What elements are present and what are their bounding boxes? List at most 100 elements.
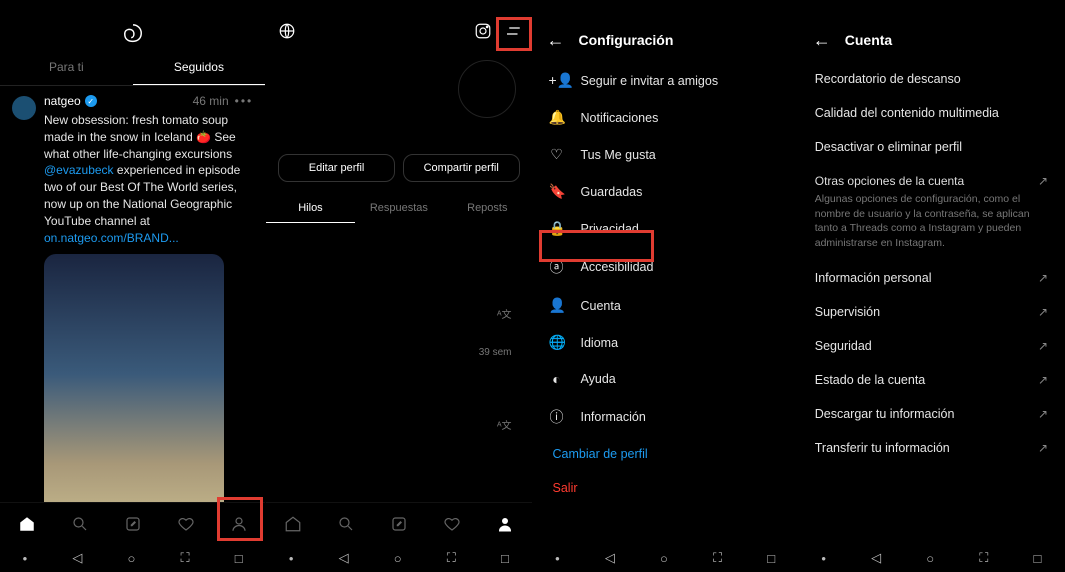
external-icon: ↗ bbox=[1038, 441, 1048, 455]
tab-reposts[interactable]: Reposts bbox=[443, 194, 531, 223]
account-deactivate[interactable]: Desactivar o eliminar perfil bbox=[799, 130, 1064, 164]
mention-link[interactable]: @evazubeck bbox=[44, 163, 114, 177]
list-item[interactable]: ᴬ文 bbox=[278, 231, 519, 327]
settings-notifications[interactable]: 🔔Notificaciones bbox=[533, 99, 798, 136]
nav-home-icon[interactable] bbox=[277, 508, 309, 540]
translate-icon[interactable]: ᴬ文 bbox=[497, 417, 512, 432]
external-icon: ↗ bbox=[1038, 373, 1048, 387]
settings-account[interactable]: 👤Cuenta bbox=[533, 287, 798, 324]
sys-dot-icon: • bbox=[821, 551, 826, 566]
account-transfer[interactable]: Transferir tu información↗ bbox=[799, 431, 1064, 465]
sys-home-icon[interactable]: ○ bbox=[926, 551, 934, 566]
settings-privacy[interactable]: 🔒Privacidad bbox=[533, 210, 798, 247]
nav-write-icon[interactable] bbox=[117, 508, 149, 540]
external-icon: ↗ bbox=[1038, 174, 1048, 188]
info-icon: ⓘ bbox=[549, 407, 565, 427]
post-body: New obsession: fresh tomato soup made in… bbox=[44, 112, 253, 246]
account-download[interactable]: Descargar tu información↗ bbox=[799, 397, 1064, 431]
sys-back-icon[interactable]: ◁ bbox=[72, 550, 82, 566]
sys-back-icon[interactable]: ◁ bbox=[605, 550, 615, 566]
sys-dot-icon: • bbox=[289, 551, 294, 566]
bookmark-icon: 🔖 bbox=[549, 183, 565, 200]
change-profile-link[interactable]: Cambiar de perfil bbox=[533, 437, 798, 471]
edit-profile-button[interactable]: Editar perfil bbox=[278, 154, 395, 182]
more-icon[interactable]: ••• bbox=[235, 94, 254, 108]
nav-search-icon[interactable] bbox=[330, 508, 362, 540]
heart-icon: ♡ bbox=[549, 146, 565, 163]
nav-search-icon[interactable] bbox=[64, 508, 96, 540]
globe-icon[interactable] bbox=[278, 22, 296, 45]
screen-profile: Editar perfil Compartir perfil Hilos Res… bbox=[266, 0, 532, 572]
translate-icon[interactable]: ᴬ文 bbox=[497, 306, 512, 321]
user-icon: 👤 bbox=[549, 297, 565, 314]
sys-dot-icon: • bbox=[555, 551, 560, 566]
external-icon: ↗ bbox=[1038, 339, 1048, 353]
instagram-icon[interactable] bbox=[474, 22, 492, 45]
back-icon[interactable]: ← bbox=[547, 30, 565, 51]
nav-profile-icon[interactable] bbox=[489, 508, 521, 540]
screen-account: ← Cuenta Recordatorio de descanso Calida… bbox=[799, 0, 1065, 572]
sys-recent-icon[interactable]: □ bbox=[235, 551, 243, 566]
account-security[interactable]: Seguridad↗ bbox=[799, 329, 1064, 363]
nav-home-icon[interactable] bbox=[11, 508, 43, 540]
bell-icon: 🔔 bbox=[549, 109, 565, 126]
username[interactable]: natgeo✓ bbox=[44, 94, 97, 108]
page-title: Configuración bbox=[579, 32, 674, 48]
screen-settings: ← Configuración +👤Seguir e invitar a ami… bbox=[533, 0, 799, 572]
share-profile-button[interactable]: Compartir perfil bbox=[403, 154, 520, 182]
language-icon: 🌐 bbox=[549, 334, 565, 351]
nav-write-icon[interactable] bbox=[383, 508, 415, 540]
sys-back-icon[interactable]: ◁ bbox=[871, 550, 881, 566]
account-rest[interactable]: Recordatorio de descanso bbox=[799, 62, 1064, 96]
sys-home-icon[interactable]: ○ bbox=[127, 551, 135, 566]
sys-screenshot-icon[interactable]: ⛶ bbox=[979, 550, 988, 566]
tab-following[interactable]: Seguidos bbox=[133, 50, 266, 85]
list-item[interactable]: 39 semᴬ文 bbox=[278, 343, 519, 439]
back-icon[interactable]: ← bbox=[813, 30, 831, 51]
sys-home-icon[interactable]: ○ bbox=[394, 551, 402, 566]
sys-back-icon[interactable]: ◁ bbox=[339, 550, 349, 566]
settings-accessibility[interactable]: ⓐAccesibilidad bbox=[533, 247, 798, 287]
profile-avatar[interactable] bbox=[458, 60, 516, 118]
lock-icon: 🔒 bbox=[549, 220, 565, 237]
settings-info[interactable]: ⓘInformación bbox=[533, 397, 798, 437]
other-options-title: Otras opciones de la cuenta bbox=[815, 174, 1038, 188]
list-item[interactable] bbox=[278, 454, 519, 494]
account-status[interactable]: Estado de la cuenta↗ bbox=[799, 363, 1064, 397]
tab-for-you[interactable]: Para ti bbox=[0, 50, 133, 85]
logout-link[interactable]: Salir bbox=[533, 471, 798, 505]
settings-language[interactable]: 🌐Idioma bbox=[533, 324, 798, 361]
menu-icon[interactable] bbox=[504, 22, 522, 45]
settings-follow[interactable]: +👤Seguir e invitar a amigos bbox=[533, 62, 798, 99]
tab-hilos[interactable]: Hilos bbox=[266, 194, 354, 223]
account-supervision[interactable]: Supervisión↗ bbox=[799, 295, 1064, 329]
page-title: Cuenta bbox=[845, 32, 892, 48]
nav-heart-icon[interactable] bbox=[436, 508, 468, 540]
add-user-icon: +👤 bbox=[549, 72, 565, 89]
sys-recent-icon[interactable]: □ bbox=[767, 551, 775, 566]
post-media[interactable]: So I'm in the snow in Iceland. 🔇 bbox=[44, 254, 224, 502]
nav-profile-icon[interactable] bbox=[223, 508, 255, 540]
sys-recent-icon[interactable]: □ bbox=[501, 551, 509, 566]
avatar[interactable] bbox=[12, 96, 36, 120]
account-quality[interactable]: Calidad del contenido multimedia bbox=[799, 96, 1064, 130]
sys-screenshot-icon[interactable]: ⛶ bbox=[713, 550, 722, 566]
settings-saved[interactable]: 🔖Guardadas bbox=[533, 173, 798, 210]
settings-help[interactable]: ◐Ayuda bbox=[533, 361, 798, 397]
sys-screenshot-icon[interactable]: ⛶ bbox=[447, 550, 456, 566]
sys-screenshot-icon[interactable]: ⛶ bbox=[181, 550, 190, 566]
post-link[interactable]: on.natgeo.com/BRAND... bbox=[44, 231, 179, 245]
accessibility-icon: ⓐ bbox=[549, 257, 565, 277]
sys-home-icon[interactable]: ○ bbox=[660, 551, 668, 566]
sys-dot-icon: • bbox=[23, 551, 28, 566]
settings-likes[interactable]: ♡Tus Me gusta bbox=[533, 136, 798, 173]
external-icon: ↗ bbox=[1038, 407, 1048, 421]
external-icon: ↗ bbox=[1038, 305, 1048, 319]
external-icon: ↗ bbox=[1038, 271, 1048, 285]
sys-recent-icon[interactable]: □ bbox=[1034, 551, 1042, 566]
help-icon: ◐ bbox=[549, 371, 565, 387]
nav-heart-icon[interactable] bbox=[170, 508, 202, 540]
tab-respuestas[interactable]: Respuestas bbox=[355, 194, 443, 223]
screen-feed: Para ti Seguidos natgeo✓ 46 min ••• New … bbox=[0, 0, 266, 572]
account-personal[interactable]: Información personal↗ bbox=[799, 261, 1064, 295]
